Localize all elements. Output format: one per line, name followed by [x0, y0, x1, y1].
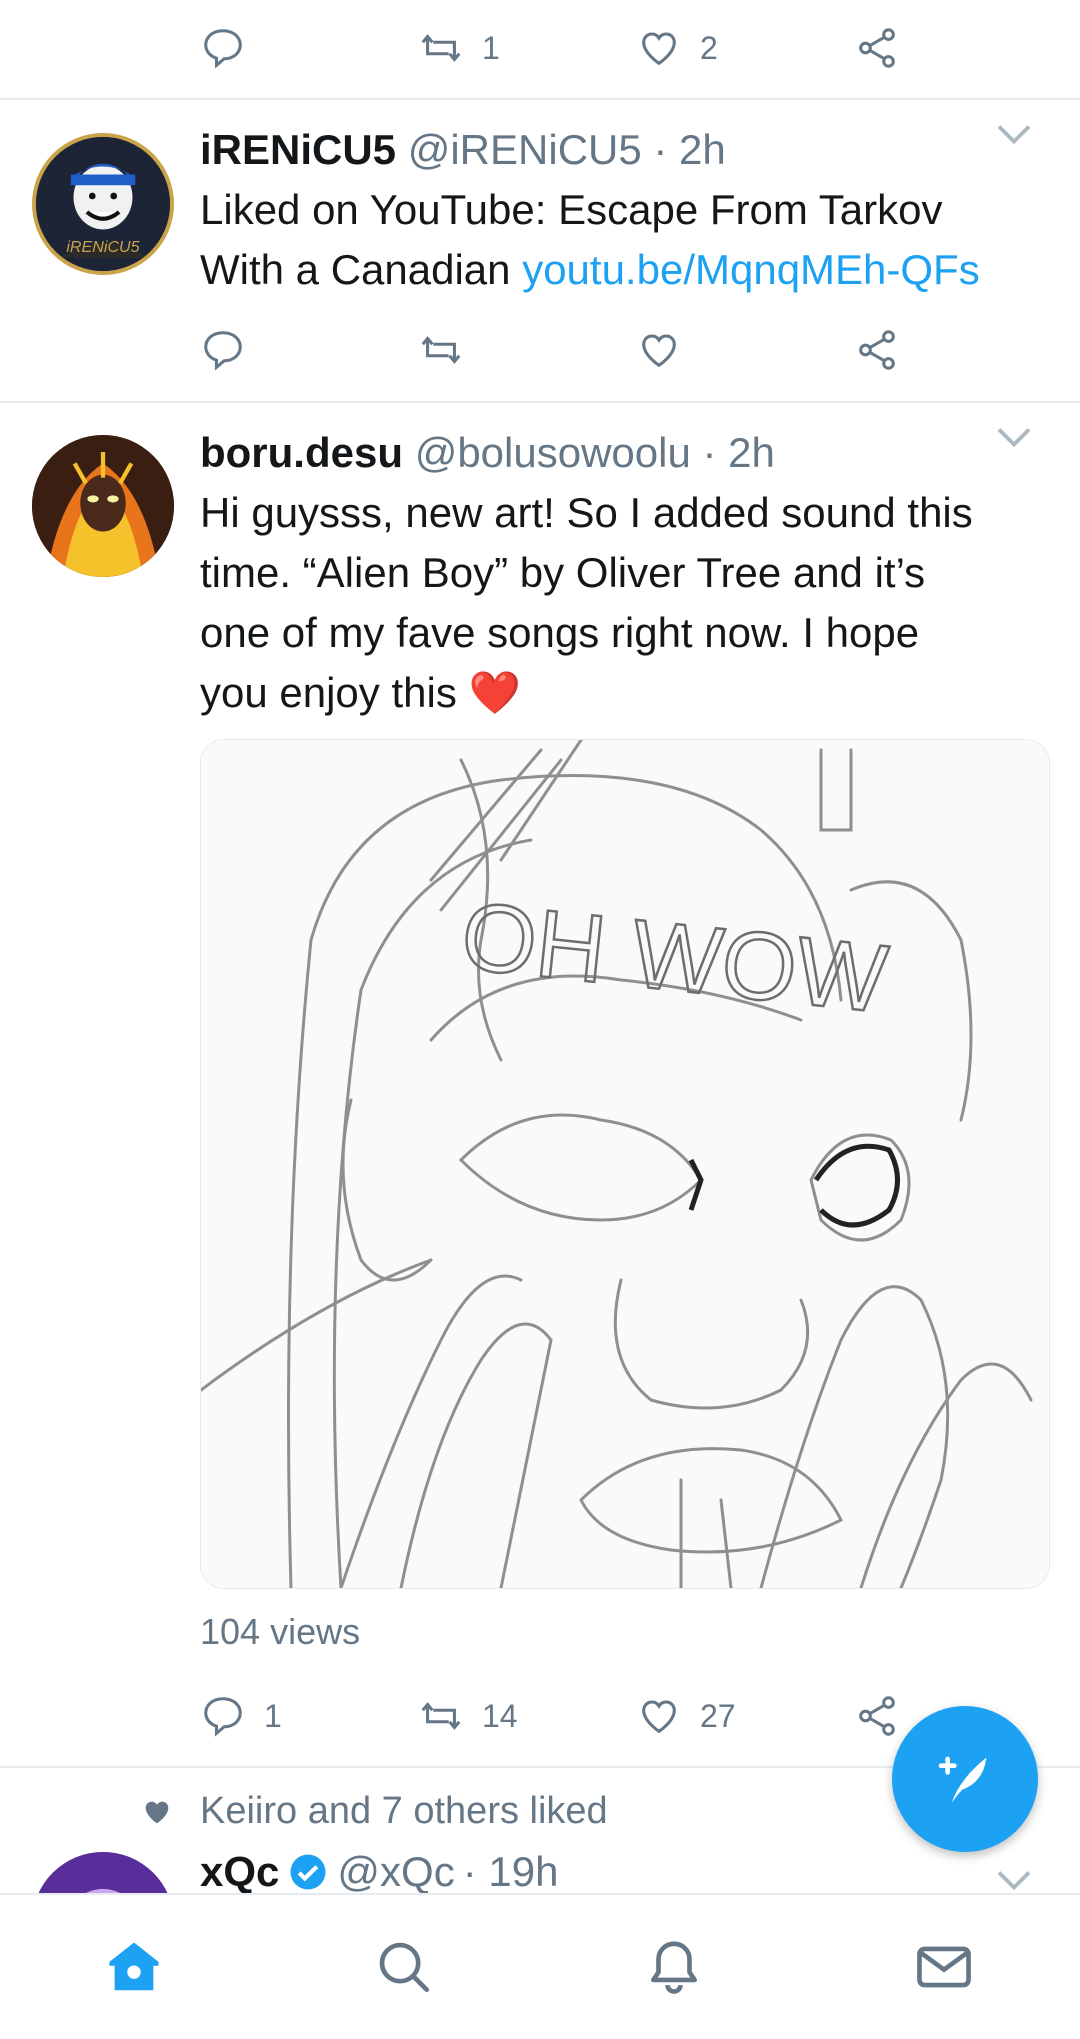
- tweet-text: Liked on YouTube: Escape From Tarkov Wit…: [200, 180, 980, 300]
- reply-button[interactable]: [200, 320, 264, 380]
- avatar[interactable]: [32, 435, 174, 577]
- verified-badge-icon: [290, 1854, 326, 1890]
- search-icon: [379, 1942, 430, 1993]
- heart-icon: [642, 32, 676, 66]
- bottom-navigation: [0, 1893, 1080, 2039]
- chevron-down-icon[interactable]: [996, 425, 1032, 449]
- tweet-header: iRENiCU5 @iRENiCU5 · 2h: [200, 126, 726, 178]
- display-name[interactable]: iRENiCU5: [200, 126, 396, 173]
- heart-filled-icon: [145, 1801, 169, 1824]
- reply-icon: [204, 1697, 242, 1737]
- tweet[interactable]: boru.desu @bolusowoolu · 2h Hi guysss, n…: [0, 403, 1080, 1766]
- compose-feather-icon: [938, 1756, 987, 1803]
- share-icon: [859, 1696, 895, 1736]
- like-count: 2: [700, 29, 718, 66]
- handle[interactable]: @bolusowoolu: [415, 429, 691, 476]
- timestamp: · 2h: [702, 429, 775, 476]
- like-button[interactable]: 27: [636, 1686, 736, 1746]
- compose-tweet-button[interactable]: [892, 1706, 1038, 1852]
- avatar-label: iRENiCU5: [66, 238, 139, 256]
- chevron-down-icon[interactable]: [996, 1868, 1032, 1892]
- prev-tweet-actions: 1 2: [200, 18, 920, 78]
- tweet-text-line: Hi guysss, new art! So I added sound thi…: [200, 489, 973, 536]
- like-count: 27: [700, 1697, 736, 1734]
- handle[interactable]: @iRENiCU5: [408, 126, 642, 173]
- reply-button[interactable]: 1: [200, 1686, 282, 1746]
- share-button[interactable]: [854, 1686, 900, 1746]
- reply-button[interactable]: [200, 18, 264, 78]
- reply-icon: [204, 29, 242, 69]
- avatar-image: [32, 435, 174, 577]
- like-button[interactable]: 2: [636, 18, 718, 78]
- retweet-button[interactable]: [418, 320, 482, 380]
- timestamp: · 2h: [653, 126, 726, 173]
- timestamp: · 19h: [462, 1848, 559, 1895]
- heart-icon: [642, 334, 676, 368]
- handle[interactable]: @xQc: [337, 1848, 454, 1896]
- heart-emoji: ❤️: [468, 669, 521, 716]
- retweet-button[interactable]: 1: [418, 18, 500, 78]
- retweet-count: 1: [482, 29, 500, 66]
- tweet-text: Hi guysss, new art! So I added sound thi…: [200, 483, 973, 723]
- reply-count: 1: [264, 1697, 282, 1734]
- reply-icon: [204, 331, 242, 371]
- share-icon: [859, 28, 895, 68]
- like-button[interactable]: [636, 320, 700, 380]
- avatar-image: iRENiCU5: [36, 137, 170, 271]
- media-video[interactable]: OH WOW: [200, 739, 1050, 1589]
- tweet-actions: 1 14 27: [200, 1686, 920, 1746]
- nav-search[interactable]: [368, 1931, 440, 2003]
- display-name[interactable]: boru.desu: [200, 429, 403, 476]
- tweet-link[interactable]: youtu.be/MqnqMEh-QFs: [522, 246, 980, 293]
- bell-icon: [651, 1941, 697, 1994]
- heart-icon: [642, 1700, 676, 1734]
- tweet-header: xQc @xQc · 19h: [200, 1846, 558, 1898]
- share-icon: [859, 330, 895, 370]
- share-button[interactable]: [854, 18, 900, 78]
- chevron-down-icon[interactable]: [996, 122, 1032, 146]
- nav-home[interactable]: [98, 1931, 170, 2003]
- tweet-text-segment: With a Canadian: [200, 246, 523, 293]
- social-context-label[interactable]: Keiiro and 7 others liked: [200, 1790, 608, 1833]
- tweet-text-line: time. “Alien Boy” by Oliver Tree and it’…: [200, 549, 926, 596]
- tweet-actions: [200, 320, 920, 380]
- view-count: 104 views: [200, 1611, 361, 1652]
- tweet-text-segment: you enjoy this: [200, 669, 469, 716]
- tweet-text-line: you enjoy this ❤️: [200, 663, 973, 723]
- retweet-icon: [421, 34, 461, 62]
- envelope-icon: [917, 1946, 971, 1988]
- retweet-icon: [421, 1702, 461, 1730]
- tweet-header: boru.desu @bolusowoolu · 2h: [200, 429, 775, 481]
- tweet-text-line: With a Canadian youtu.be/MqnqMEh-QFs: [200, 240, 980, 300]
- retweet-count: 14: [482, 1697, 518, 1734]
- avatar[interactable]: iRENiCU5: [32, 133, 174, 275]
- tweet[interactable]: iRENiCU5 iRENiCU5 @iRENiCU5 · 2h Liked o…: [0, 100, 1080, 402]
- tweet-text-line: one of my fave songs right now. I hope: [200, 609, 920, 656]
- nav-messages[interactable]: [908, 1931, 980, 2003]
- home-icon: [109, 1942, 159, 1991]
- retweet-button[interactable]: 14: [418, 1686, 518, 1746]
- tweet-text-line: Liked on YouTube: Escape From Tarkov: [200, 186, 943, 233]
- display-name[interactable]: xQc: [200, 1848, 279, 1896]
- sketch-image: OH WOW: [201, 740, 1049, 1588]
- retweet-icon: [421, 336, 461, 364]
- nav-notifications[interactable]: [638, 1931, 710, 2003]
- share-button[interactable]: [854, 320, 900, 380]
